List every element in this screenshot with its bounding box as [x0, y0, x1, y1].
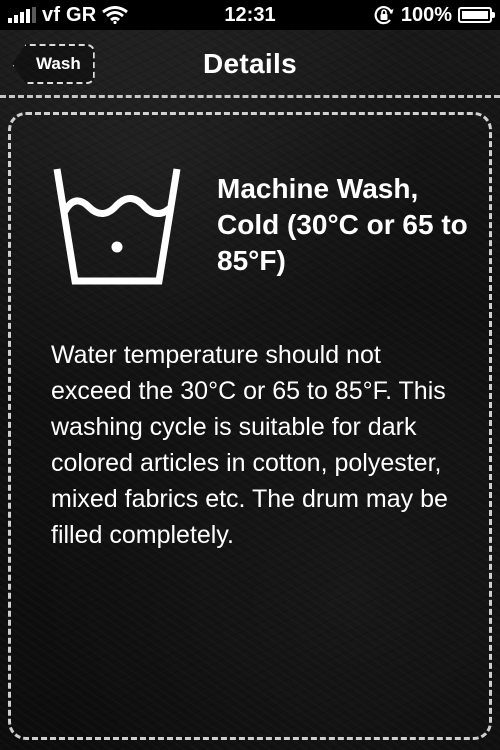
symbol-title: Machine Wash, Cold (30°C or 65 to 85°F) — [217, 173, 468, 276]
wifi-icon — [102, 6, 129, 24]
battery-icon — [458, 7, 495, 23]
signal-strength-icon — [8, 7, 36, 23]
screen: vf GR 12:31 100% Wash Details Machine Wa… — [0, 0, 500, 750]
navigation-bar: Wash Details — [0, 30, 500, 98]
symbol-description: Water temperature should not exceed the … — [51, 341, 448, 549]
status-bar: vf GR 12:31 100% — [0, 0, 500, 30]
nav-divider — [0, 95, 500, 98]
status-left: vf GR — [8, 3, 129, 27]
page-title: Details — [203, 48, 297, 79]
machine-wash-cold-icon — [53, 168, 181, 285]
status-time: 12:31 — [224, 3, 276, 26]
battery-level — [462, 11, 488, 19]
detail-card: Machine Wash, Cold (30°C or 65 to 85°F) … — [8, 112, 492, 740]
battery-percent: 100% — [400, 3, 452, 26]
carrier-name: vf GR — [42, 3, 97, 26]
status-right: 100% — [373, 3, 495, 27]
rotation-lock-icon — [374, 6, 394, 25]
